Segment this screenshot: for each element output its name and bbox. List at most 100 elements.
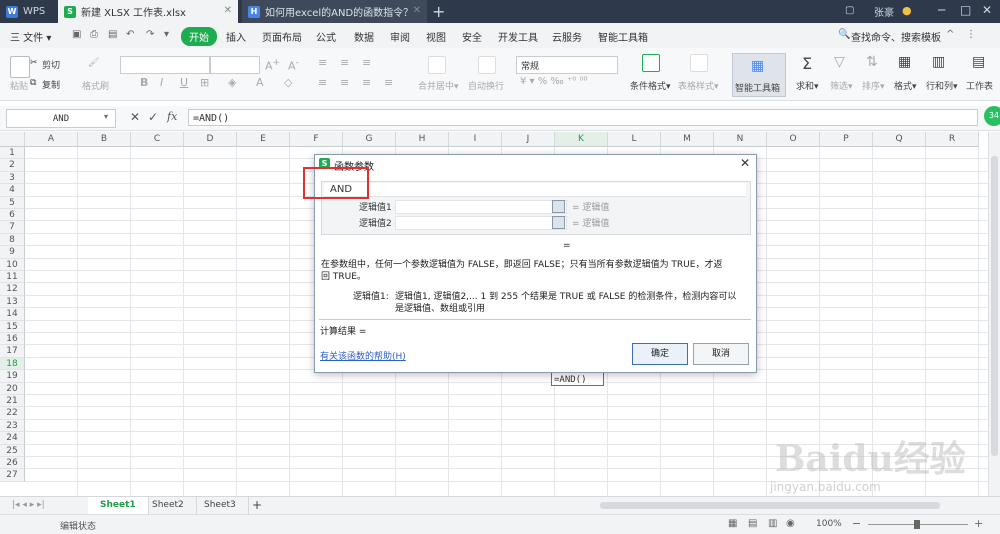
- tab-smart-toolbox[interactable]: 智能工具箱: [598, 29, 648, 44]
- underline-icon[interactable]: U: [180, 76, 188, 89]
- row-header[interactable]: 19: [0, 370, 25, 383]
- tab-insert[interactable]: 插入: [226, 29, 246, 44]
- zoom-slider-handle[interactable]: [914, 520, 920, 529]
- arg1-input[interactable]: [395, 200, 567, 214]
- close-icon[interactable]: ✕: [740, 156, 750, 170]
- row-header[interactable]: 5: [0, 196, 25, 209]
- row-header[interactable]: 2: [0, 159, 25, 172]
- save-icon[interactable]: ▣: [72, 29, 81, 40]
- avatar[interactable]: ●: [902, 4, 912, 17]
- merge-center-button[interactable]: 合并居中▾: [418, 79, 459, 92]
- align-middle-icon[interactable]: ≡: [340, 56, 349, 69]
- preview-icon[interactable]: ▤: [108, 29, 117, 40]
- row-header[interactable]: 11: [0, 271, 25, 284]
- currency-icon[interactable]: ¥ ▾ % ‰ ⁺⁰ ⁰⁰: [520, 76, 588, 87]
- dialog-title-bar[interactable]: S 函数参数: [315, 155, 756, 173]
- row-header[interactable]: 17: [0, 345, 25, 358]
- ok-button[interactable]: 确定: [632, 343, 688, 365]
- zoom-out-icon[interactable]: −: [852, 517, 861, 530]
- row-header[interactable]: 23: [0, 419, 25, 433]
- close-tab-icon[interactable]: ✕: [413, 5, 421, 16]
- column-header[interactable]: R: [926, 132, 979, 147]
- confirm-icon[interactable]: ✓: [148, 110, 158, 124]
- row-col-icon[interactable]: ▥: [932, 54, 945, 70]
- zoom-level[interactable]: 100%: [816, 519, 842, 529]
- column-header[interactable]: K: [555, 132, 608, 147]
- sheet-tab-2[interactable]: Sheet2: [140, 497, 197, 514]
- row-header[interactable]: 22: [0, 407, 25, 420]
- align-bottom-icon[interactable]: ≡: [362, 56, 371, 69]
- paste-button[interactable]: 粘贴: [10, 79, 28, 92]
- justify-icon[interactable]: ≡: [384, 76, 393, 89]
- align-right-icon[interactable]: ≡: [362, 76, 371, 89]
- normal-view-icon[interactable]: ▦: [728, 518, 737, 529]
- bold-icon[interactable]: B: [140, 76, 148, 89]
- minimize-icon[interactable]: ─: [938, 3, 945, 17]
- zoom-in-icon[interactable]: +: [974, 517, 983, 530]
- search-icon[interactable]: 🔍: [838, 29, 850, 40]
- tab-developer[interactable]: 开发工具: [498, 29, 538, 44]
- conditional-format-button[interactable]: 条件格式▾: [630, 79, 671, 92]
- tab-web[interactable]: H 如何用excel的AND的函数指令？ ✕: [242, 0, 427, 23]
- table-style-button[interactable]: 表格样式▾: [678, 79, 719, 92]
- column-header[interactable]: O: [767, 132, 820, 147]
- column-header[interactable]: L: [608, 132, 661, 147]
- help-link[interactable]: 有关该函数的帮助(H): [320, 349, 406, 362]
- formula-input[interactable]: =AND(): [188, 109, 978, 126]
- more-icon[interactable]: ▾: [164, 29, 169, 40]
- sum-icon[interactable]: Σ: [802, 54, 812, 73]
- auto-wrap-button[interactable]: 自动换行: [468, 79, 504, 92]
- fill-color-icon[interactable]: ◈: [228, 76, 236, 89]
- window-mode-icon[interactable]: ▢: [845, 5, 854, 16]
- tab-security[interactable]: 安全: [462, 29, 482, 44]
- new-tab-icon[interactable]: +: [432, 2, 445, 21]
- file-menu[interactable]: 三 文件 ▾: [10, 29, 51, 44]
- column-header[interactable]: M: [661, 132, 714, 147]
- italic-icon[interactable]: I: [160, 76, 163, 89]
- tab-formulas[interactable]: 公式: [316, 29, 336, 44]
- tab-cloud[interactable]: 云服务: [552, 29, 582, 44]
- user-name[interactable]: 张豪: [874, 4, 894, 19]
- column-header[interactable]: I: [449, 132, 502, 147]
- column-header[interactable]: P: [820, 132, 873, 147]
- format-painter-icon[interactable]: 🖌: [88, 58, 99, 68]
- column-header[interactable]: E: [237, 132, 290, 147]
- filter-icon[interactable]: ▽: [834, 54, 845, 70]
- command-search[interactable]: 查找命令、搜索模板: [851, 29, 941, 44]
- vertical-scrollbar[interactable]: [988, 132, 1000, 496]
- border-icon[interactable]: ⊞: [200, 76, 209, 89]
- row-header[interactable]: 14: [0, 308, 25, 321]
- row-header[interactable]: 26: [0, 457, 25, 470]
- clear-icon[interactable]: ◇: [284, 76, 292, 89]
- row-header[interactable]: 20: [0, 382, 25, 395]
- maximize-icon[interactable]: □: [960, 3, 971, 17]
- font-increase-icon[interactable]: A+: [265, 57, 280, 73]
- format-button[interactable]: 格式▾: [894, 79, 917, 92]
- row-col-button[interactable]: 行和列▾: [926, 79, 958, 92]
- tab-document[interactable]: S 新建 XLSX 工作表.xlsx ✕: [58, 0, 238, 23]
- row-header[interactable]: 25: [0, 444, 25, 457]
- cut-button[interactable]: 剪切: [42, 58, 60, 71]
- column-header[interactable]: Q: [873, 132, 926, 147]
- tab-page-layout[interactable]: 页面布局: [262, 29, 302, 44]
- row-header[interactable]: 12: [0, 283, 25, 296]
- column-header[interactable]: N: [714, 132, 767, 147]
- column-header[interactable]: B: [78, 132, 131, 147]
- ribbon-toggle-icon[interactable]: ^: [946, 29, 954, 40]
- tab-review[interactable]: 审阅: [390, 29, 410, 44]
- active-cell-k18[interactable]: =AND(): [551, 372, 604, 386]
- page-break-icon[interactable]: ▥: [768, 518, 777, 529]
- worksheet-button[interactable]: 工作表: [966, 79, 993, 92]
- font-name-select[interactable]: [120, 56, 210, 74]
- name-box-dropdown-icon[interactable]: ▾: [104, 112, 108, 121]
- column-header[interactable]: A: [25, 132, 78, 147]
- column-header[interactable]: F: [290, 132, 343, 147]
- vertical-scroll-thumb[interactable]: [991, 156, 998, 456]
- add-sheet-icon[interactable]: +: [240, 497, 274, 514]
- row-header[interactable]: 4: [0, 184, 25, 197]
- float-badge-icon[interactable]: 34: [984, 106, 1000, 126]
- tab-data[interactable]: 数据: [354, 29, 374, 44]
- smart-toolbox-button[interactable]: ▦ 智能工具箱: [732, 53, 786, 97]
- row-header[interactable]: 10: [0, 258, 25, 271]
- cancel-icon[interactable]: ✕: [130, 110, 140, 124]
